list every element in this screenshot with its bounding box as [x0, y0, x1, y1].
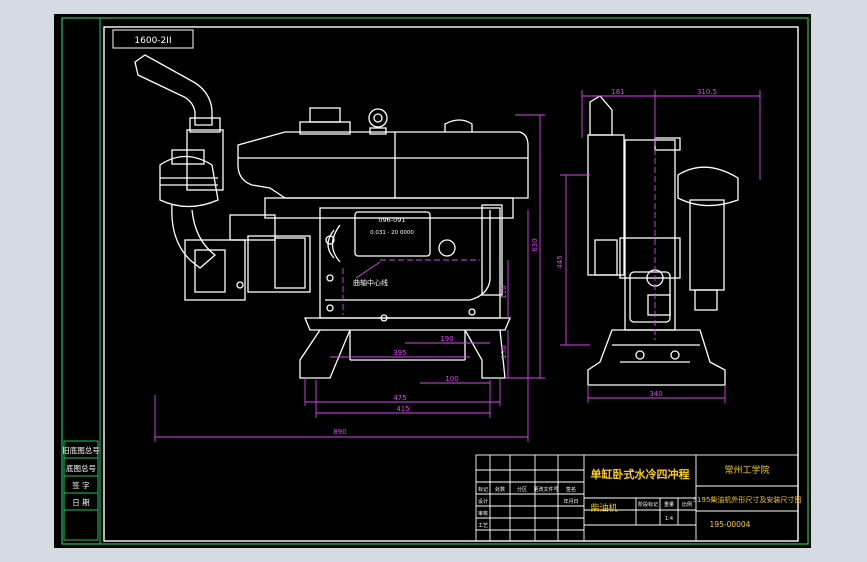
cad-viewport[interactable]: 1600-2II 旧底图总号 底图总号 签 字 日 期 096-091 0.03…	[0, 0, 867, 562]
left-strip	[63, 440, 99, 541]
front-view-engine	[134, 54, 529, 379]
side-view-dimensions	[560, 90, 761, 403]
top-left-tag: 1600-2II	[134, 36, 171, 46]
title-sub: 柴油机	[590, 502, 617, 514]
body-plate-code: 096-091	[378, 216, 405, 224]
col-label-2: 分区	[517, 486, 527, 493]
row-label-4: 工艺	[478, 523, 488, 529]
inner-border	[103, 26, 799, 542]
left-strip-label-1: 旧底图总号	[62, 445, 100, 455]
side-dim-340: 340	[649, 390, 662, 398]
dim-130: 130	[500, 345, 508, 358]
title-drawing-no: 195-00004	[710, 520, 751, 529]
crankshaft-centerline-note: 曲轴中心线	[353, 278, 388, 287]
side-view-engine	[587, 95, 739, 386]
dim-475: 475	[393, 394, 406, 402]
col-label-3: 更改文件号	[533, 486, 558, 493]
title-main: 单缸卧式水冷四冲程	[591, 467, 690, 481]
side-dim-181: 181	[611, 88, 624, 96]
left-strip-label-2: 底图总号	[66, 463, 96, 473]
col-label-1: 处数	[495, 486, 505, 493]
stage-label-1: 阶段标记	[638, 501, 658, 508]
stage-label-2: 重量	[664, 501, 674, 508]
side-dim-310-5: 310.5	[697, 88, 717, 96]
title-drawing-name: S195柴油机外形尺寸及安装尺寸图	[693, 495, 802, 504]
dim-630: 630	[531, 238, 539, 251]
row-label-2: 设计	[478, 498, 488, 505]
side-dim-445: 445	[556, 255, 564, 268]
row-label-3: 审核	[478, 510, 488, 517]
title-scale: 1:4	[665, 516, 673, 522]
front-view-dimensions	[154, 114, 545, 442]
title-org: 常州工学院	[724, 464, 769, 476]
row-label-1: 标记	[478, 486, 488, 493]
dim-395: 395	[393, 349, 406, 357]
engineering-drawing: 1600-2II 旧底图总号 底图总号 签 字 日 期 096-091 0.03…	[61, 17, 809, 545]
left-strip-label-3: 签 字	[72, 480, 89, 490]
col-label-5: 年月日	[563, 498, 578, 505]
dim-415: 415	[396, 405, 409, 413]
dim-890: 890	[333, 428, 346, 436]
dim-100: 100	[445, 375, 458, 383]
body-plate-line: 0.031 · 20 0000	[370, 230, 414, 236]
dim-110: 110	[500, 285, 508, 298]
col-label-4: 签名	[566, 486, 576, 493]
dim-190: 190	[440, 335, 453, 343]
left-strip-label-4: 日 期	[72, 498, 89, 507]
stage-label-3: 比例	[682, 501, 692, 508]
